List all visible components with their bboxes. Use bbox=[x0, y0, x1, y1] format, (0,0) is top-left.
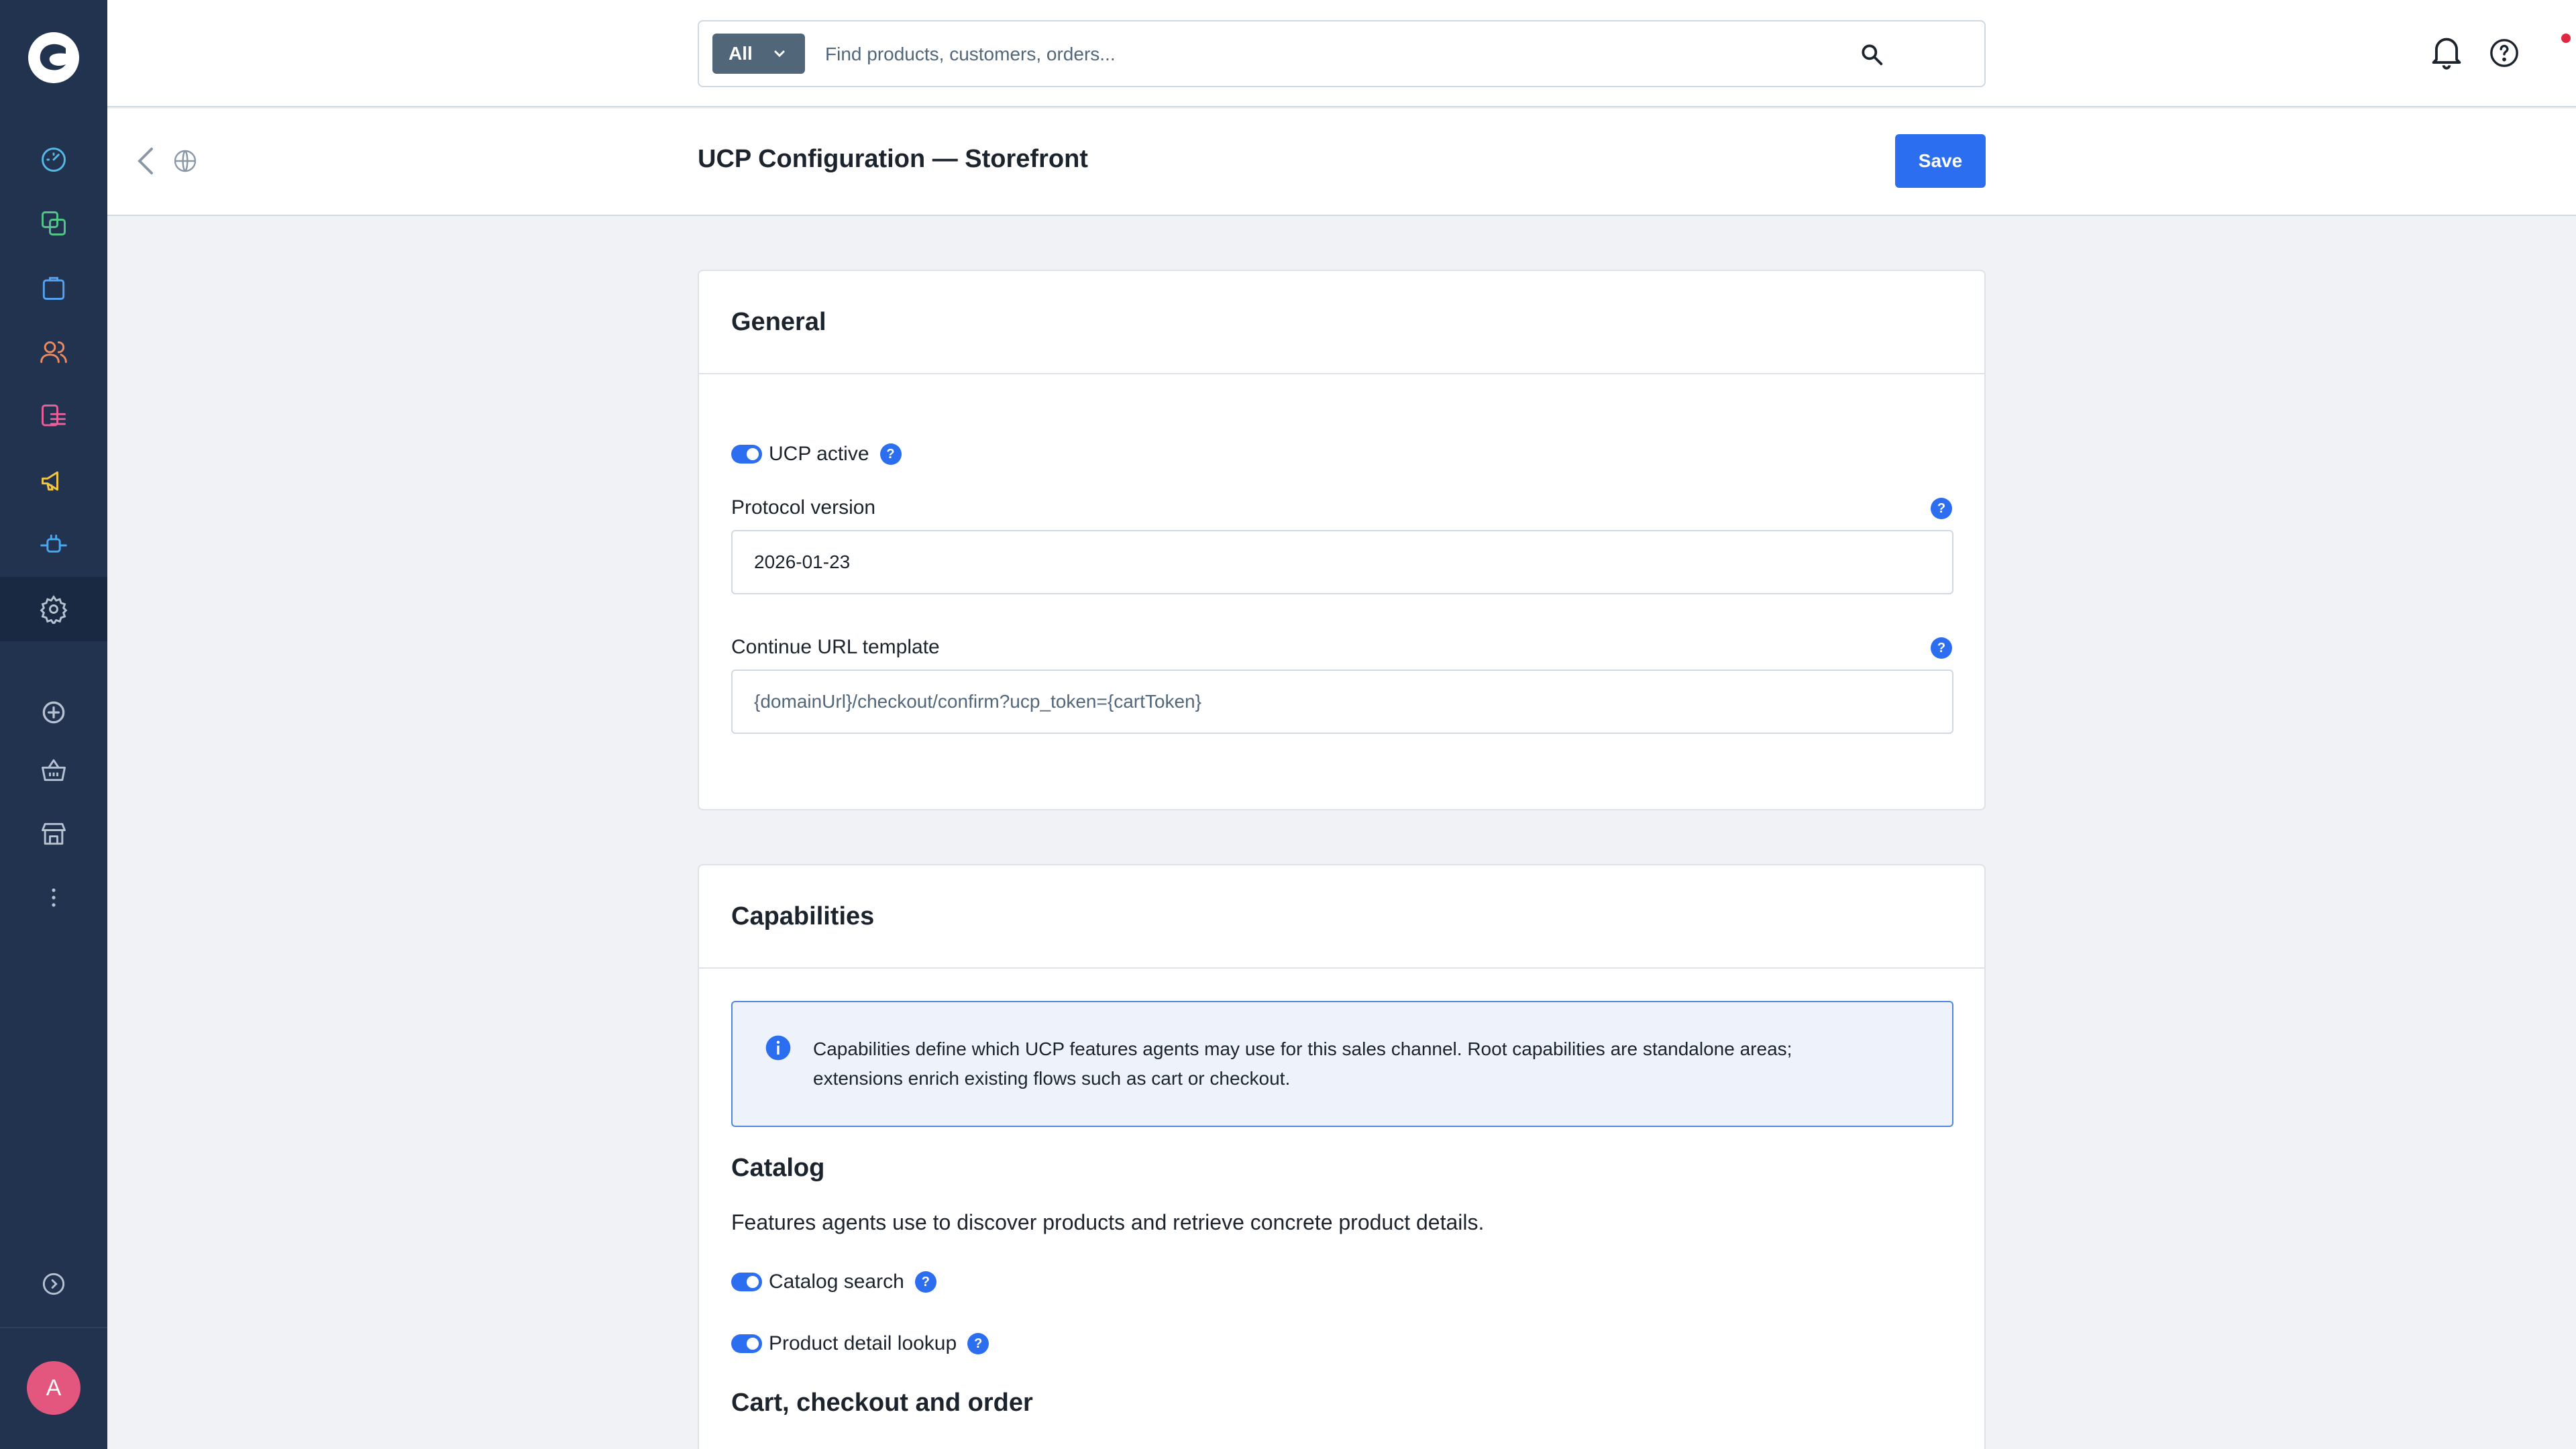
continue-url-label: Continue URL template bbox=[731, 636, 940, 658]
protocol-version-help-icon[interactable]: ? bbox=[1931, 498, 1952, 519]
nav-catalogues[interactable] bbox=[0, 191, 107, 256]
nav-marketing[interactable] bbox=[0, 449, 107, 513]
continue-url-help-icon[interactable]: ? bbox=[1931, 637, 1952, 659]
avatar[interactable]: A bbox=[27, 1361, 80, 1415]
help-icon[interactable] bbox=[2489, 38, 2520, 68]
nav-dashboard[interactable] bbox=[0, 127, 107, 192]
save-button[interactable]: Save bbox=[1895, 134, 1986, 188]
product-detail-row: Product detail lookup ? bbox=[731, 1332, 989, 1355]
ucp-active-label: UCP active bbox=[769, 443, 869, 465]
search-icon[interactable] bbox=[1859, 42, 1884, 67]
product-detail-toggle[interactable] bbox=[731, 1334, 762, 1353]
catalog-search-row: Catalog search ? bbox=[731, 1271, 936, 1293]
catalog-description: Features agents use to discover products… bbox=[731, 1210, 1485, 1234]
basket-icon bbox=[42, 759, 66, 782]
notification-bell-icon[interactable] bbox=[2429, 34, 2464, 71]
capabilities-title: Capabilities bbox=[731, 902, 875, 930]
shopware-logo-icon[interactable] bbox=[27, 31, 80, 85]
nav-more[interactable] bbox=[0, 865, 107, 930]
sidebar: A bbox=[0, 0, 107, 1449]
back-chevron-icon[interactable] bbox=[134, 146, 158, 176]
dashboard-icon bbox=[42, 148, 66, 172]
info-icon bbox=[765, 1035, 791, 1061]
nav-settings[interactable] bbox=[0, 577, 107, 641]
settings-icon bbox=[40, 595, 68, 624]
sidebar-expand-button[interactable] bbox=[0, 1252, 107, 1316]
page-title: UCP Configuration — Storefront bbox=[698, 145, 1088, 173]
info-line-2: extensions enrich existing flows such as… bbox=[813, 1068, 1291, 1089]
catalog-search-help-icon[interactable]: ? bbox=[914, 1271, 936, 1293]
product-detail-help-icon[interactable]: ? bbox=[967, 1333, 989, 1354]
marketing-icon bbox=[42, 471, 58, 491]
cart-checkout-order-title: Cart, checkout and order bbox=[731, 1389, 1033, 1417]
search-scope-dropdown[interactable]: All bbox=[712, 34, 805, 74]
add-icon bbox=[42, 701, 65, 724]
general-title: General bbox=[731, 307, 826, 336]
sidebar-divider bbox=[0, 1327, 107, 1328]
extensions-icon bbox=[40, 534, 67, 553]
top-bar: All bbox=[107, 0, 2576, 107]
continue-url-field[interactable] bbox=[731, 669, 1953, 734]
store-icon bbox=[42, 822, 66, 845]
page-header: UCP Configuration — Storefront Save bbox=[107, 109, 2576, 216]
customers-icon bbox=[40, 341, 67, 364]
product-detail-label: Product detail lookup bbox=[769, 1332, 957, 1354]
nav-content[interactable] bbox=[0, 384, 107, 449]
ucp-active-help-icon[interactable]: ? bbox=[879, 443, 902, 465]
nav-extensions[interactable] bbox=[0, 513, 107, 578]
capabilities-card: Capabilities Capabilities define which U… bbox=[698, 864, 1986, 1449]
search-scope-label: All bbox=[729, 43, 753, 64]
ucp-active-toggle[interactable] bbox=[731, 445, 762, 464]
orders-icon bbox=[42, 276, 65, 300]
nav-basket[interactable] bbox=[0, 738, 107, 802]
search-input[interactable] bbox=[825, 36, 1898, 72]
nav-add[interactable] bbox=[0, 680, 107, 745]
nav-orders[interactable] bbox=[0, 256, 107, 320]
chevron-right-circle-icon bbox=[42, 1273, 65, 1295]
general-card-header: General bbox=[699, 271, 1984, 374]
nav-store[interactable] bbox=[0, 802, 107, 866]
catalog-search-toggle[interactable] bbox=[731, 1273, 762, 1291]
catalog-search-label: Catalog search bbox=[769, 1271, 904, 1293]
info-line-1: Capabilities define which UCP features a… bbox=[813, 1038, 1792, 1059]
content-icon bbox=[42, 405, 66, 427]
chevron-down-icon bbox=[774, 50, 785, 58]
capabilities-info-text: Capabilities define which UCP features a… bbox=[813, 1034, 1913, 1093]
globe-icon bbox=[174, 150, 197, 172]
protocol-version-label: Protocol version bbox=[731, 496, 876, 519]
general-card: General UCP active ? Protocol version ? … bbox=[698, 270, 1986, 810]
protocol-version-field[interactable] bbox=[731, 530, 1953, 594]
more-icon bbox=[52, 888, 56, 907]
catalogues-icon bbox=[42, 211, 66, 235]
ucp-active-row: UCP active ? bbox=[731, 443, 902, 466]
notification-dot bbox=[2561, 34, 2571, 43]
capabilities-info-box: Capabilities define which UCP features a… bbox=[731, 1001, 1953, 1127]
global-search: All bbox=[698, 20, 1986, 87]
catalog-title: Catalog bbox=[731, 1154, 825, 1182]
capabilities-card-header: Capabilities bbox=[699, 865, 1984, 969]
nav-customers[interactable] bbox=[0, 320, 107, 384]
